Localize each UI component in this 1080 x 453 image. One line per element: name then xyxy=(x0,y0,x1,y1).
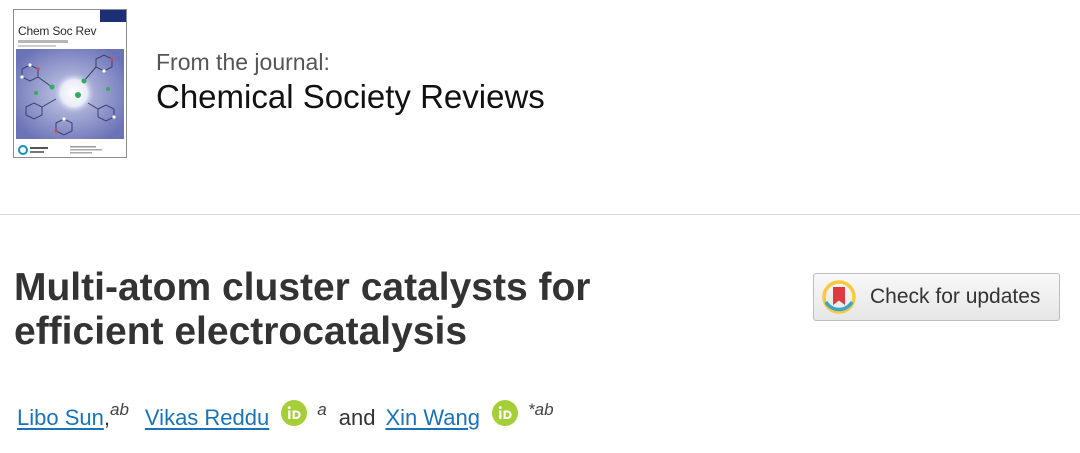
author-link-vikas-reddu[interactable]: Vikas Reddu xyxy=(145,405,269,431)
author-list: Libo Sun , ab Vikas Reddu a and Xin Wang… xyxy=(17,398,554,438)
cover-subtitle-line xyxy=(18,40,68,43)
cover-molecular-artwork xyxy=(16,49,124,139)
author-affiliation: *ab xyxy=(528,400,554,419)
cover-subtitle-line-2 xyxy=(18,45,56,47)
author-affiliation: ab xyxy=(109,400,129,419)
orcid-icon[interactable] xyxy=(281,400,308,426)
journal-cover-image[interactable]: Chem Soc Rev xyxy=(13,9,127,158)
author-link-xin-wang[interactable]: Xin Wang xyxy=(385,405,480,431)
crossmark-icon xyxy=(822,280,856,314)
orcid-icon[interactable] xyxy=(492,400,519,426)
cover-top-bar xyxy=(100,10,126,22)
journal-from-label: From the journal: xyxy=(156,49,330,75)
rsc-logo xyxy=(18,145,102,155)
header-divider xyxy=(0,214,1080,215)
author-link-libo-sun[interactable]: Libo Sun xyxy=(17,405,104,431)
check-for-updates-label: Check for updates xyxy=(870,285,1041,308)
journal-name[interactable]: Chemical Society Reviews xyxy=(156,78,545,116)
author-and-conjunction: and xyxy=(338,405,376,430)
check-for-updates-button[interactable]: Check for updates xyxy=(813,273,1060,321)
journal-header: Chem Soc Rev From the journal: Chemical … xyxy=(0,0,1080,215)
article-title: Multi-atom cluster catalysts for efficie… xyxy=(14,266,591,353)
cover-title: Chem Soc Rev xyxy=(18,24,97,38)
author-affiliation: a xyxy=(317,400,327,419)
